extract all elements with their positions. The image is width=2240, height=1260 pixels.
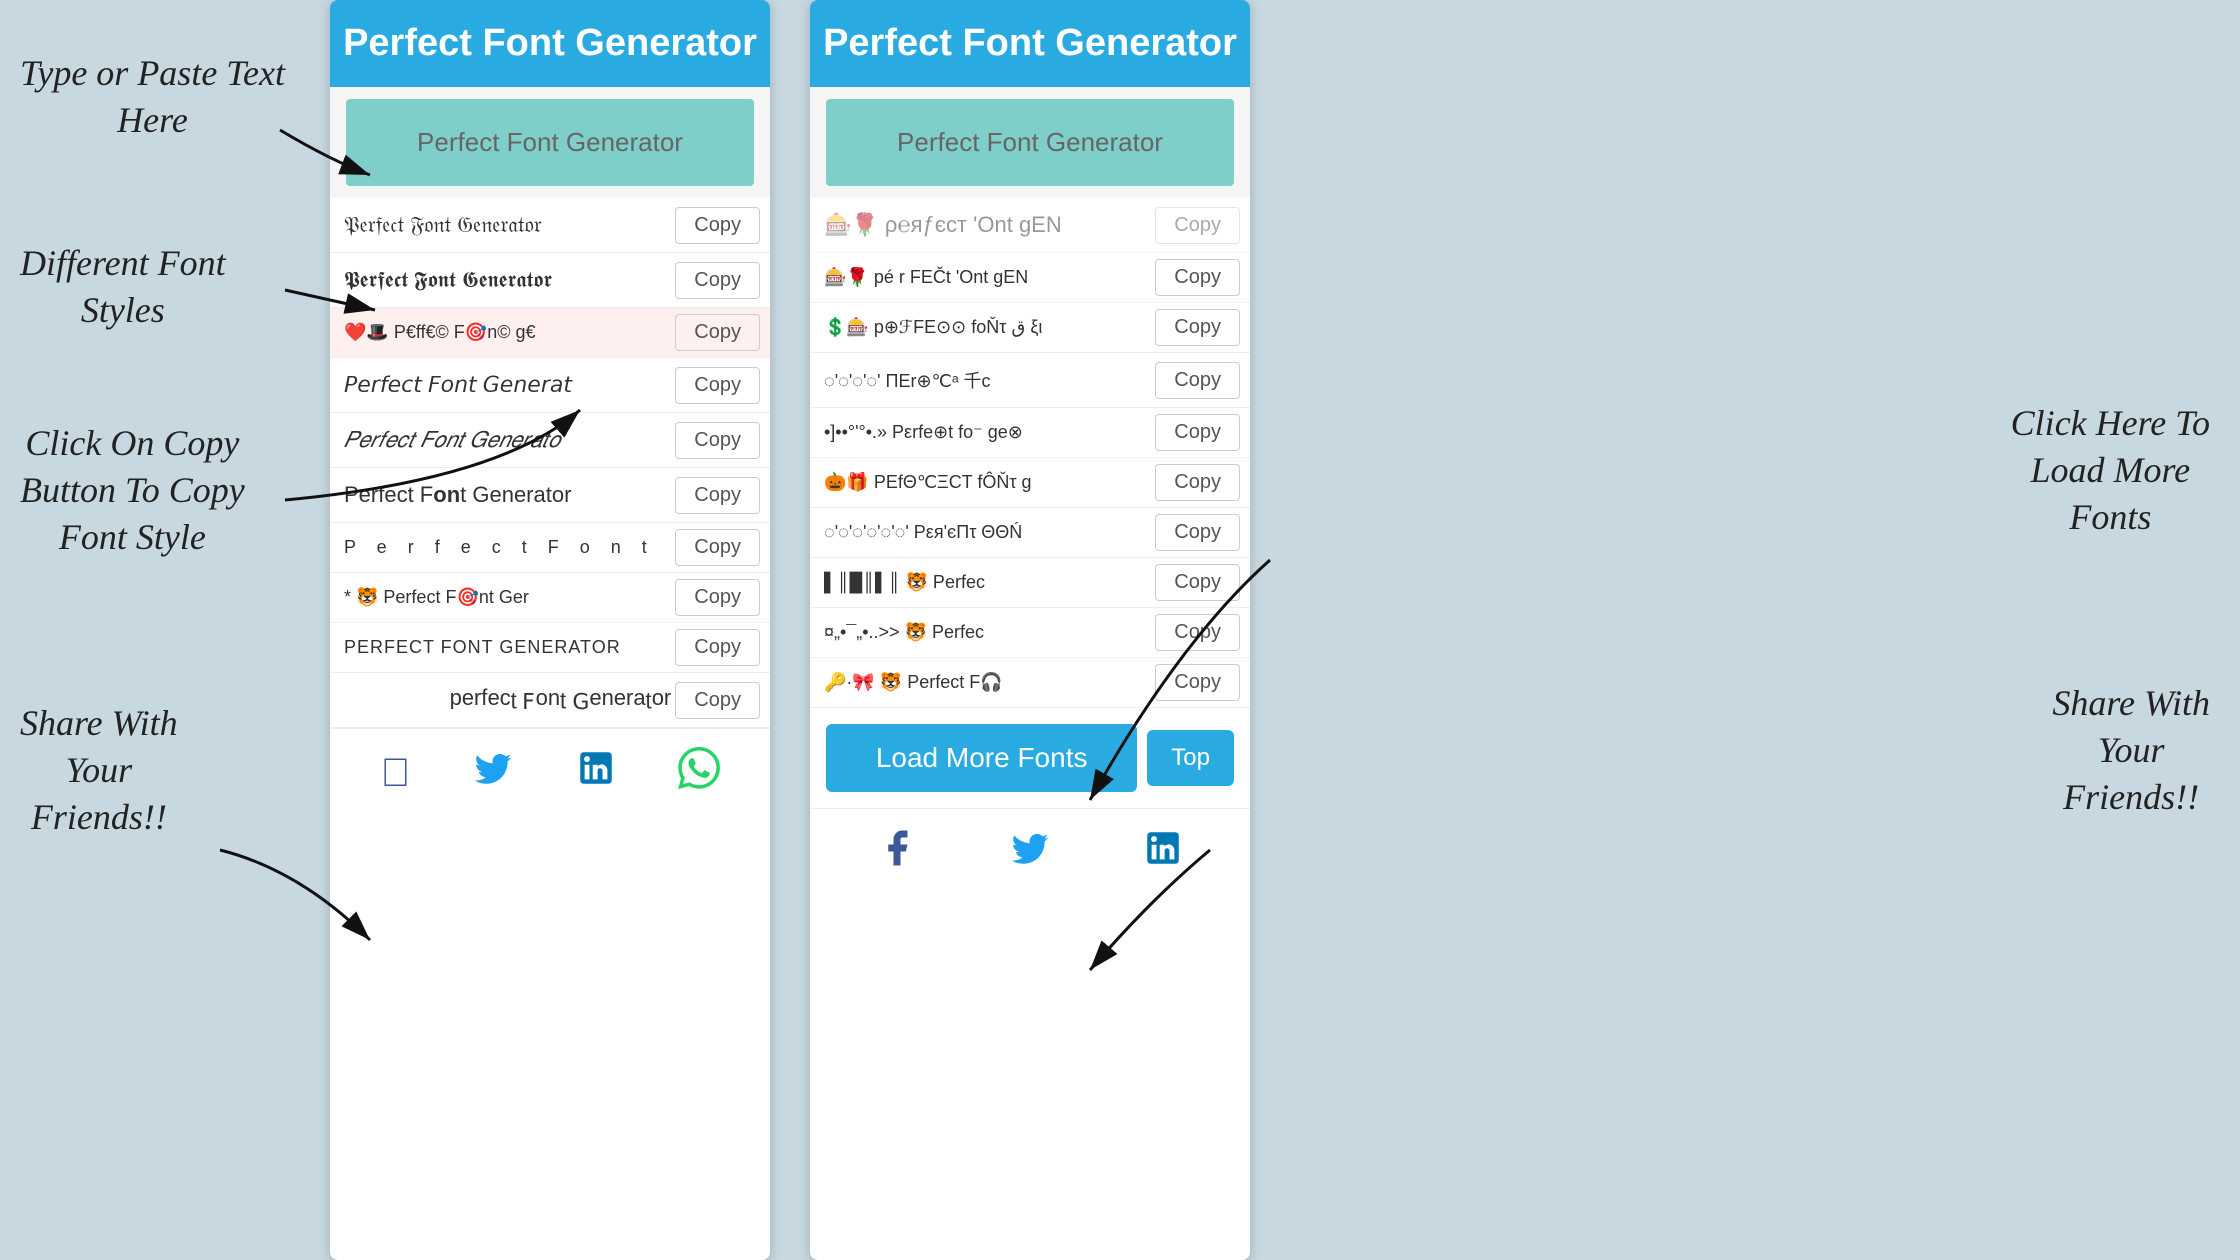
text-input-display2[interactable]: Perfect Font Generator	[826, 99, 1234, 186]
font-text: 🔑·🎀 🐯 Perfect F🎧	[820, 658, 1155, 707]
font-text: ▌║█║▌║ 🐯 Perfec	[820, 558, 1155, 607]
font-text: P e r f e c t F o n t	[340, 523, 675, 572]
font-text: 🎰🌹 pé r FEČt 'Ont gEN	[820, 253, 1155, 302]
annotation-type-paste: Type or Paste TextHere	[20, 50, 285, 144]
left-phone-panel: Perfect Font Generator Perfect Font Gene…	[330, 0, 770, 1260]
facebook-icon[interactable]: 	[381, 751, 411, 796]
linkedin-icon[interactable]	[575, 747, 617, 799]
font-row: 𝔓𝔢𝔯𝔣𝔢𝔠𝔱 𝔉𝔬𝔫𝔱 𝔊𝔢𝔫𝔢𝔯𝔞𝔱𝔬𝔯 Copy	[330, 198, 770, 253]
whatsapp-icon[interactable]	[678, 747, 720, 799]
social-bar-2	[810, 808, 1250, 897]
copy-button[interactable]: Copy	[675, 262, 760, 299]
font-row: 𝕻𝖊𝖗𝖋𝖊𝖈𝖙 𝕱𝖔𝖓𝖙 𝕲𝖊𝖓𝖊𝖗𝖆𝖙𝖔𝖗 Copy	[330, 253, 770, 308]
font-text: ❤️🎩 P€ff€© F🎯n© g€	[340, 308, 675, 357]
font-text: 𝔓𝔢𝔯𝔣𝔢𝔠𝔱 𝔉𝔬𝔫𝔱 𝔊𝔢𝔫𝔢𝔯𝔞𝔱𝔬𝔯	[340, 198, 675, 252]
panel1-header: Perfect Font Generator	[330, 0, 770, 87]
copy-button[interactable]: Copy	[675, 579, 760, 616]
copy-button[interactable]: Copy	[1155, 259, 1240, 296]
annotation-copy-button: Click On CopyButton To CopyFont Style	[20, 420, 245, 560]
annotation-share2: Share WithYourFriends!!	[2052, 680, 2210, 820]
font-text: •]••°'°•.» Ρεrfe⊕t fo⁻ ge⊗	[820, 408, 1155, 457]
copy-button[interactable]: Copy	[1155, 664, 1240, 701]
copy-button[interactable]: Copy	[1155, 362, 1240, 399]
font-text: * 🐯 Perfect F🎯nt Ger	[340, 573, 675, 622]
annotation-share: Share WithYourFriends!!	[20, 700, 178, 840]
font-row: PERFECT FONT GENERATOR Copy	[330, 623, 770, 673]
font-text: 💲🎰 p⊕ℱFE⊙⊙ foŇτ ق ξι	[820, 303, 1155, 352]
copy-button[interactable]: Copy	[675, 367, 760, 404]
copy-button[interactable]: Copy	[675, 422, 760, 459]
font-text: ɹoʇɐɹǝuǝ⅁ ʇuoℲ ʇɔǝɟɹǝd	[340, 673, 675, 727]
font-text: PERFECT FONT GENERATOR	[340, 623, 675, 672]
font-text: 𝕻𝖊𝖗𝖋𝖊𝖈𝖙 𝕱𝖔𝖓𝖙 𝕲𝖊𝖓𝖊𝖗𝖆𝖙𝖔𝖗	[340, 253, 675, 307]
facebook-icon-2[interactable]	[876, 827, 918, 879]
font-row: 𝑃𝑒𝑟𝑓𝑒𝑐𝑡 𝐹𝑜𝑛𝑡 𝐺𝑒𝑛𝑒𝑟𝑎𝑡𝑜 Copy	[330, 413, 770, 468]
font-row: Perfect Font Generator Copy	[330, 468, 770, 523]
linkedin-icon-2[interactable]	[1142, 827, 1184, 879]
text-input-display[interactable]: Perfect Font Generator	[346, 99, 754, 186]
font-row: ❤️🎩 P€ff€© F🎯n© g€ Copy	[330, 308, 770, 358]
font-row: * 🐯 Perfect F🎯nt Ger Copy	[330, 573, 770, 623]
right-phone-panel: Perfect Font Generator Perfect Font Gene…	[810, 0, 1250, 1260]
font-text: ◌'◌'◌'◌' ΠΕr⊕℃ᵃ 千c	[820, 353, 1155, 407]
copy-button[interactable]: Copy	[1155, 614, 1240, 651]
font-row: 🎃🎁 ΡΕfΘ℃ΞCT fÔŇτ g Copy	[810, 458, 1250, 508]
font-row: 🎰🌹 ρ℮яƒєcт 'Ont gEN Copy	[810, 198, 1250, 253]
copy-button[interactable]: Copy	[1155, 309, 1240, 346]
font-row: •]••°'°•.» Ρεrfe⊕t fo⁻ ge⊗ Copy	[810, 408, 1250, 458]
font-row: ◌'◌'◌'◌'◌'◌' Ρεя'єΠτ ΘΘŃ Copy	[810, 508, 1250, 558]
font-text: 𝑃𝑒𝑟𝑓𝑒𝑐𝑡 𝐹𝑜𝑛𝑡 𝐺𝑒𝑛𝑒𝑟𝑎𝑡𝑜	[340, 413, 675, 467]
copy-button[interactable]: Copy	[1155, 514, 1240, 551]
annotation-font-styles: Different FontStyles	[20, 240, 226, 334]
twitter-icon[interactable]	[472, 747, 514, 799]
load-more-section: Load More Fonts Top	[810, 708, 1250, 808]
font-text: ¤„•¯„•..>> 🐯 Perfec	[820, 608, 1155, 657]
font-text: ◌'◌'◌'◌'◌'◌' Ρεя'єΠτ ΘΘŃ	[820, 508, 1155, 557]
font-row: 𝘗𝘦𝘳𝘧𝘦𝘤𝘵 𝘍𝘰𝘯𝘵 𝘎𝘦𝘯𝘦𝘳𝘢𝘵 Copy	[330, 358, 770, 413]
font-row: 🔑·🎀 🐯 Perfect F🎧 Copy	[810, 658, 1250, 708]
copy-button[interactable]: Copy	[675, 629, 760, 666]
copy-button[interactable]: Copy	[675, 477, 760, 514]
copy-button[interactable]: Copy	[1155, 414, 1240, 451]
font-text: Perfect Font Generator	[340, 468, 675, 522]
font-text: 🎃🎁 ΡΕfΘ℃ΞCT fÔŇτ g	[820, 458, 1155, 507]
annotation-load-more: Click Here ToLoad MoreFonts	[2011, 400, 2210, 540]
font-row: P e r f e c t F o n t Copy	[330, 523, 770, 573]
copy-button[interactable]: Copy	[675, 682, 760, 719]
copy-button[interactable]: Copy	[1155, 207, 1240, 244]
font-text: 🎰🌹 ρ℮яƒєcт 'Ont gEN	[820, 198, 1155, 252]
font-row: ▌║█║▌║ 🐯 Perfec Copy	[810, 558, 1250, 608]
load-more-button[interactable]: Load More Fonts	[826, 724, 1137, 792]
copy-button[interactable]: Copy	[675, 207, 760, 244]
font-row: ɹoʇɐɹǝuǝ⅁ ʇuoℲ ʇɔǝɟɹǝd Copy	[330, 673, 770, 728]
font-row: ◌'◌'◌'◌' ΠΕr⊕℃ᵃ 千c Copy	[810, 353, 1250, 408]
twitter-icon-2[interactable]	[1009, 827, 1051, 879]
copy-button[interactable]: Copy	[1155, 464, 1240, 501]
font-row: 🎰🌹 pé r FEČt 'Ont gEN Copy	[810, 253, 1250, 303]
font-text: 𝘗𝘦𝘳𝘧𝘦𝘤𝘵 𝘍𝘰𝘯𝘵 𝘎𝘦𝘯𝘦𝘳𝘢𝘵	[340, 358, 675, 412]
copy-button[interactable]: Copy	[675, 529, 760, 566]
top-button[interactable]: Top	[1147, 730, 1234, 786]
font-row: 💲🎰 p⊕ℱFE⊙⊙ foŇτ ق ξι Copy	[810, 303, 1250, 353]
copy-button[interactable]: Copy	[675, 314, 760, 351]
panel2-header: Perfect Font Generator	[810, 0, 1250, 87]
font-row: ¤„•¯„•..>> 🐯 Perfec Copy	[810, 608, 1250, 658]
social-bar: 	[330, 728, 770, 817]
copy-button[interactable]: Copy	[1155, 564, 1240, 601]
